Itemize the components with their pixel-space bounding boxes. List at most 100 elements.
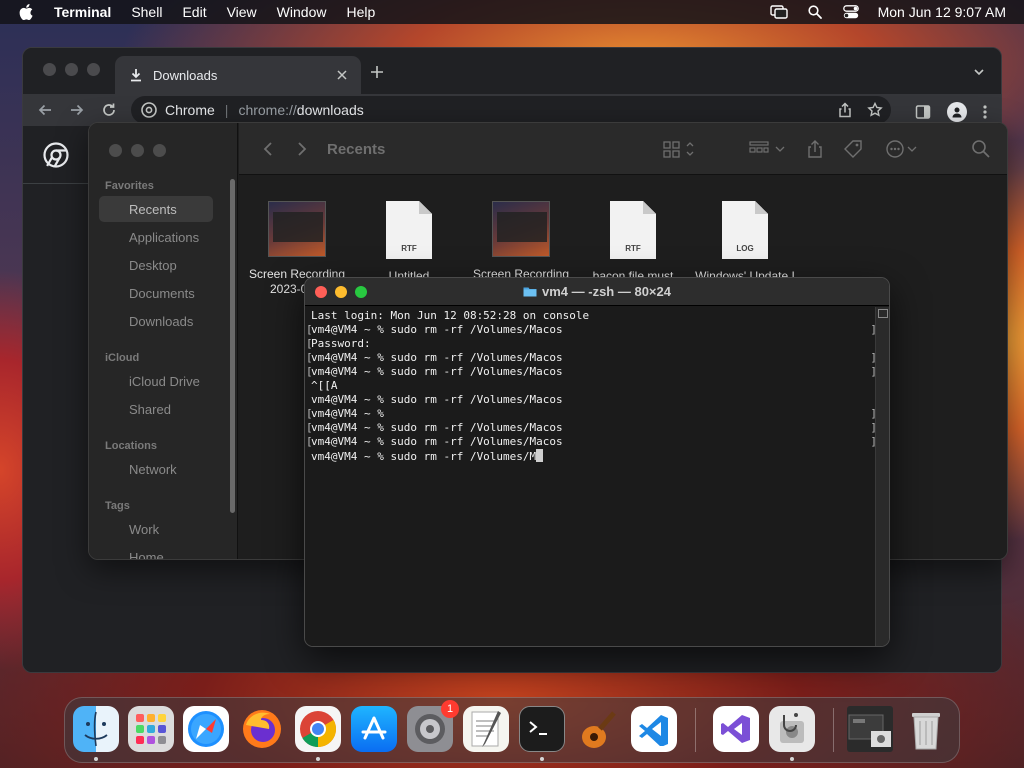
dock-screenshot-icon[interactable] xyxy=(847,706,893,752)
file-item[interactable]: RTF bacon file must xyxy=(573,201,693,284)
chrome-logo-icon xyxy=(43,142,69,168)
profile-avatar[interactable] xyxy=(947,102,967,122)
dock-terminal-icon[interactable] xyxy=(519,706,565,752)
menu-app-terminal[interactable]: Terminal xyxy=(54,4,111,20)
sidebar-section-favorites: Favorites xyxy=(105,180,154,192)
new-tab-icon[interactable] xyxy=(369,64,385,80)
terminal-cursor xyxy=(536,449,544,462)
dock-divider xyxy=(695,708,696,752)
dock-vscode-icon[interactable] xyxy=(631,706,677,752)
forward-arrow-icon[interactable] xyxy=(69,102,85,118)
terminal-line: [vm4@VM4 ~ % sudo rm -rf /Volumes/Macos] xyxy=(306,365,877,378)
video-thumbnail xyxy=(268,201,326,257)
view-grid-icon[interactable] xyxy=(663,139,697,159)
finder-toolbar: Recents xyxy=(239,123,1007,175)
chrome-more-menu-icon[interactable] xyxy=(983,104,987,120)
rtf-document-icon: RTF xyxy=(610,201,656,259)
file-item[interactable]: Screen Recording xyxy=(461,201,581,282)
address-bar[interactable]: Chrome | chrome://downloads xyxy=(131,96,891,124)
finder-zoom-button[interactable] xyxy=(153,144,166,157)
terminal-line: ^[[A xyxy=(311,379,338,392)
terminal-scrollbar[interactable] xyxy=(875,307,889,646)
terminal-title: vm4 — -zsh — 80×24 xyxy=(305,284,889,299)
sidebar-item-icloud-drive[interactable]: iCloud Drive xyxy=(99,368,213,394)
finder-forward-icon[interactable] xyxy=(295,141,309,157)
terminal-title-text: vm4 — -zsh — 80×24 xyxy=(542,284,671,299)
side-panel-icon[interactable] xyxy=(915,104,931,120)
chrome-minimize-button[interactable] xyxy=(65,63,78,76)
video-thumbnail xyxy=(492,201,550,257)
menu-window[interactable]: Window xyxy=(277,4,327,20)
back-arrow-icon[interactable] xyxy=(37,102,53,118)
address-separator: | xyxy=(224,102,229,118)
sidebar-item-tag-home[interactable]: Home xyxy=(99,544,213,560)
dock: 1 xyxy=(64,697,960,763)
terminal-line: [vm4@VM4 ~ % sudo rm -rf /Volumes/Macos] xyxy=(306,421,877,434)
tag-icon[interactable] xyxy=(843,139,863,159)
dock-finder-icon[interactable] xyxy=(73,706,119,752)
finder-close-button[interactable] xyxy=(109,144,122,157)
dock-visual-studio-icon[interactable] xyxy=(713,706,759,752)
bookmark-star-icon[interactable] xyxy=(867,102,883,118)
dock-trash-icon[interactable] xyxy=(903,706,949,752)
dock-textedit-icon[interactable] xyxy=(463,706,509,752)
terminal-title-bar[interactable]: vm4 — -zsh — 80×24 xyxy=(305,278,889,306)
finder-back-icon[interactable] xyxy=(261,141,275,157)
control-center-icon[interactable] xyxy=(842,3,860,21)
tab-search-chevron-icon[interactable] xyxy=(973,66,985,78)
menu-edit[interactable]: Edit xyxy=(182,4,206,20)
dock-firefox-icon[interactable] xyxy=(239,706,285,752)
menu-help[interactable]: Help xyxy=(346,4,375,20)
running-indicator xyxy=(94,757,98,761)
sidebar-item-downloads[interactable]: Downloads xyxy=(99,308,213,334)
download-icon xyxy=(131,69,141,82)
sidebar-item-applications[interactable]: Applications xyxy=(99,224,213,250)
url-scheme: chrome:// xyxy=(238,102,297,118)
close-tab-icon[interactable] xyxy=(335,68,349,82)
site-chip-label: Chrome xyxy=(165,102,215,118)
screen-mirroring-icon[interactable] xyxy=(769,3,788,21)
terminal-output[interactable]: Last login: Mon Jun 12 08:52:28 on conso… xyxy=(305,307,877,646)
menu-view[interactable]: View xyxy=(227,4,257,20)
sidebar-item-documents[interactable]: Documents xyxy=(99,280,213,306)
sidebar-item-desktop[interactable]: Desktop xyxy=(99,252,213,278)
tab-downloads[interactable]: Downloads xyxy=(115,56,361,94)
file-item[interactable]: RTF Untitled xyxy=(349,201,469,284)
group-by-icon[interactable] xyxy=(749,139,787,159)
sidebar-item-shared[interactable]: Shared xyxy=(99,396,213,422)
apple-menu-icon[interactable] xyxy=(14,0,38,24)
sidebar-section-locations: Locations xyxy=(105,440,157,452)
dock-disk-utility-icon[interactable] xyxy=(769,706,815,752)
spotlight-search-icon[interactable] xyxy=(806,3,824,21)
dock-launchpad-icon[interactable] xyxy=(128,706,174,752)
menu-bar-clock[interactable]: Mon Jun 12 9:07 AM xyxy=(878,4,1006,20)
chrome-site-icon[interactable] xyxy=(141,102,157,118)
tab-title: Downloads xyxy=(153,67,218,83)
more-actions-icon[interactable] xyxy=(885,139,919,159)
sidebar-item-network[interactable]: Network xyxy=(99,456,213,482)
dock-garageband-icon[interactable] xyxy=(575,706,621,752)
page-header-divider xyxy=(23,183,89,184)
sidebar-item-recents[interactable]: Recents xyxy=(99,196,213,222)
dock-system-settings-icon[interactable]: 1 xyxy=(407,700,459,752)
chrome-close-button[interactable] xyxy=(43,63,56,76)
terminal-line: [Password: xyxy=(306,337,371,350)
reload-icon[interactable] xyxy=(101,102,117,118)
sidebar-item-tag-work[interactable]: Work xyxy=(99,516,213,542)
finder-minimize-button[interactable] xyxy=(131,144,144,157)
finder-search-icon[interactable] xyxy=(971,139,991,159)
log-document-icon: LOG xyxy=(722,201,768,259)
chrome-zoom-button[interactable] xyxy=(87,63,100,76)
file-item[interactable]: LOG Windows' Update I xyxy=(685,201,805,284)
dock-safari-icon[interactable] xyxy=(183,706,229,752)
sidebar-scrollbar[interactable] xyxy=(230,179,235,513)
finder-share-icon[interactable] xyxy=(805,139,825,159)
dock-chrome-icon[interactable] xyxy=(295,706,341,752)
menu-shell[interactable]: Shell xyxy=(131,4,162,20)
terminal-prompt-line: vm4@VM4 ~ % sudo rm -rf /Volumes/M xyxy=(311,449,875,463)
dock-app-store-icon[interactable] xyxy=(351,706,397,752)
terminal-line: [vm4@VM4 ~ % sudo rm -rf /Volumes/Macos] xyxy=(306,435,877,448)
share-icon[interactable] xyxy=(837,102,853,118)
chrome-tab-strip: Downloads xyxy=(23,48,1001,94)
split-pane-icon[interactable] xyxy=(878,309,888,318)
